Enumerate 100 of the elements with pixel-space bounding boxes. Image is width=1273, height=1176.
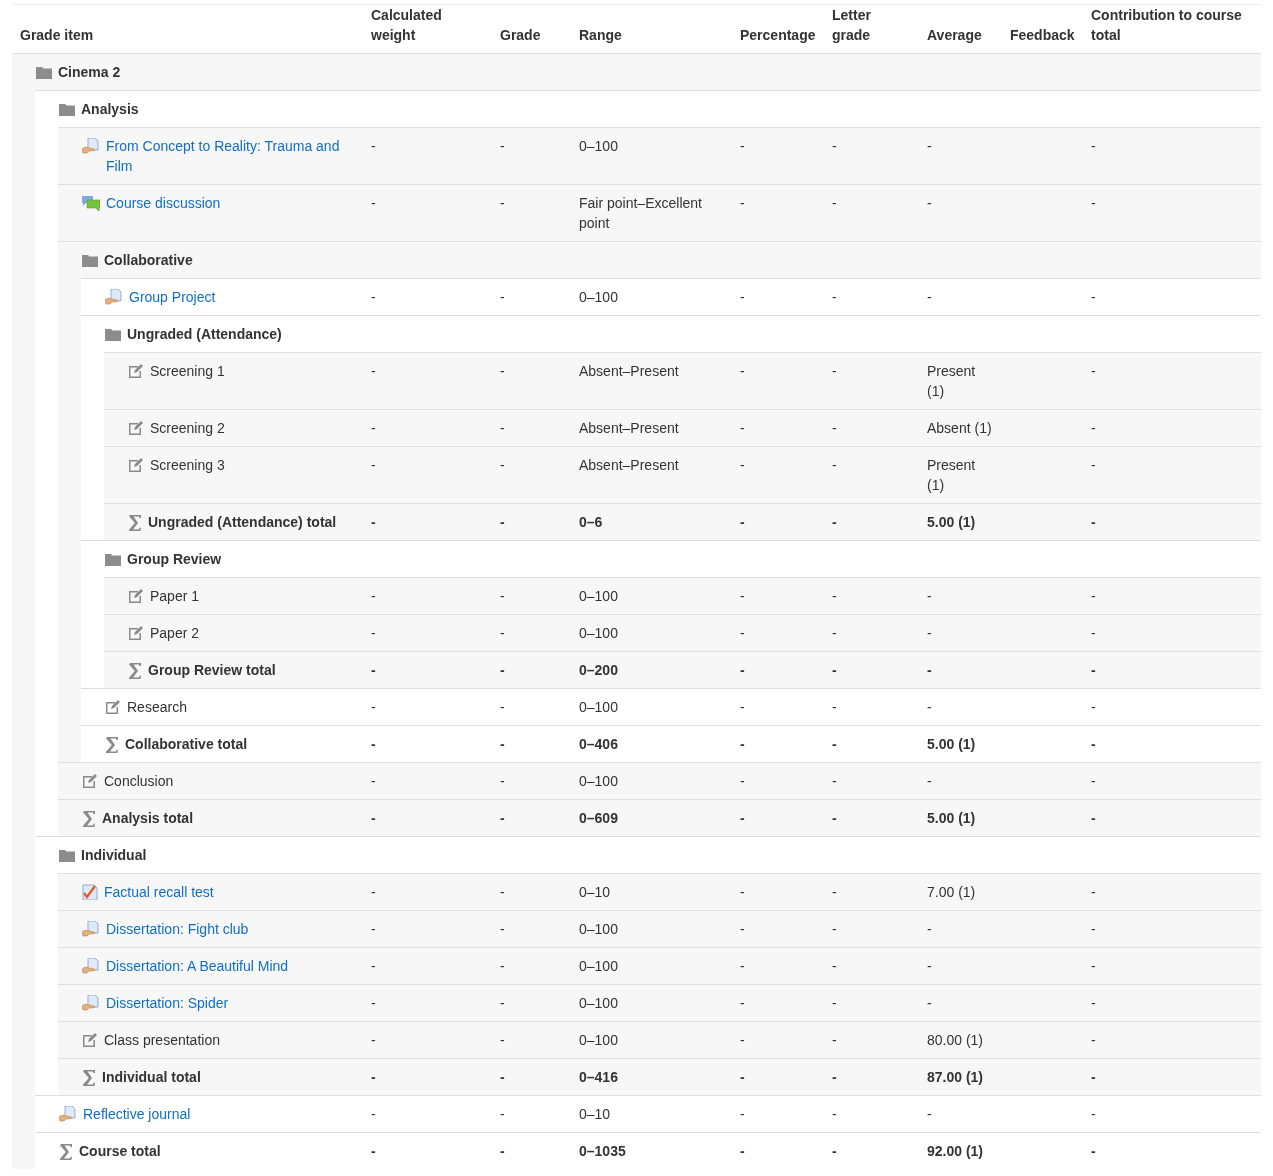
- grade-item-link[interactable]: Dissertation: A Beautiful Mind: [106, 956, 289, 976]
- table-cell: 0–416: [579, 1069, 618, 1085]
- table-cell: -: [500, 662, 505, 678]
- hand-document-icon: [82, 138, 100, 154]
- grade-item-link[interactable]: Dissertation: Fight club: [106, 919, 249, 939]
- column-header: Average: [927, 27, 982, 43]
- category-name: Collaborative: [104, 251, 193, 270]
- folder-icon: [59, 848, 75, 862]
- table-cell: -: [371, 921, 376, 937]
- table-cell: -: [1091, 625, 1096, 641]
- grade-item-name: Paper 2: [150, 624, 200, 643]
- table-cell: -: [927, 773, 932, 789]
- table-cell: -: [500, 289, 505, 305]
- table-cell: -: [1091, 736, 1096, 752]
- hand-document-icon: [82, 958, 100, 974]
- table-cell: -: [500, 514, 505, 530]
- table-cell: -: [1091, 1069, 1096, 1085]
- column-header: Range: [579, 27, 622, 43]
- sigma-icon: [128, 662, 142, 680]
- table-cell: 92.00 (1): [927, 1143, 984, 1159]
- table-cell: -: [740, 195, 745, 211]
- table-cell: -: [832, 736, 837, 752]
- column-header: Grade: [500, 27, 541, 43]
- table-cell: 5.00 (1): [927, 514, 976, 530]
- table-cell: -: [371, 736, 376, 752]
- table-cell: -: [371, 995, 376, 1011]
- table-cell: 0–100: [579, 699, 618, 715]
- grade-item-name: Research: [127, 698, 187, 717]
- table-cell: -: [371, 289, 376, 305]
- table-cell: -: [832, 1143, 837, 1159]
- table-cell: -: [371, 195, 376, 211]
- table-cell: 0–100: [579, 958, 618, 974]
- category-name: Individual: [81, 846, 147, 865]
- table-cell: 0–10: [579, 884, 611, 900]
- folder-icon: [36, 65, 52, 79]
- table-cell: -: [371, 588, 376, 604]
- table-cell: Fair point–Excellent point: [579, 195, 702, 231]
- column-header: Contribution to course total: [1091, 7, 1242, 43]
- table-cell: -: [832, 958, 837, 974]
- table-cell: 0–100: [579, 773, 618, 789]
- edit-icon: [82, 1032, 98, 1048]
- table-cell: -: [1091, 810, 1096, 826]
- table-cell: -: [832, 588, 837, 604]
- folder-icon: [59, 102, 75, 116]
- table-cell: -: [1091, 588, 1096, 604]
- table-cell: -: [1091, 138, 1096, 154]
- table-cell: Absent–Present: [579, 457, 679, 473]
- table-cell: -: [927, 662, 932, 678]
- table-cell: -: [832, 1106, 837, 1122]
- grade-item-link[interactable]: Factual recall test: [104, 882, 214, 902]
- table-cell: -: [832, 810, 837, 826]
- grade-item-link[interactable]: Course discussion: [106, 193, 221, 213]
- table-cell: 0–100: [579, 588, 618, 604]
- table-cell: -: [927, 588, 932, 604]
- grade-item-link[interactable]: Group Project: [129, 287, 216, 307]
- table-cell: -: [832, 1032, 837, 1048]
- table-cell: -: [740, 699, 745, 715]
- grade-item-link[interactable]: Reflective journal: [83, 1104, 191, 1124]
- table-cell: -: [371, 363, 376, 379]
- hand-document-icon: [105, 289, 123, 305]
- folder-icon: [82, 253, 98, 267]
- hand-document-icon: [82, 921, 100, 937]
- edit-icon: [128, 363, 144, 379]
- table-cell: -: [1091, 420, 1096, 436]
- grade-item-link[interactable]: From Concept to Reality: Trauma and Film: [106, 136, 355, 176]
- edit-icon: [128, 625, 144, 641]
- hand-document-icon: [59, 1106, 77, 1122]
- table-cell: -: [740, 1106, 745, 1122]
- table-cell: -: [371, 773, 376, 789]
- table-cell: -: [500, 699, 505, 715]
- table-cell: -: [740, 625, 745, 641]
- table-cell: -: [927, 289, 932, 305]
- category-name: Analysis: [81, 100, 139, 119]
- table-cell: -: [371, 884, 376, 900]
- folder-icon: [105, 552, 121, 566]
- table-cell: -: [500, 1069, 505, 1085]
- grade-item-name: Conclusion: [104, 772, 174, 791]
- table-cell: -: [740, 588, 745, 604]
- grade-item-name: Screening 1: [150, 362, 225, 381]
- column-header: Grade item: [20, 27, 94, 43]
- table-cell: -: [832, 420, 837, 436]
- table-cell: Absent–Present: [579, 363, 679, 379]
- table-cell: -: [371, 662, 376, 678]
- table-cell: -: [740, 289, 745, 305]
- table-cell: -: [371, 138, 376, 154]
- table-cell: -: [1091, 195, 1096, 211]
- table-cell: 5.00 (1): [927, 810, 976, 826]
- table-cell: -: [371, 1069, 376, 1085]
- table-cell: -: [740, 884, 745, 900]
- total-name: Course total: [79, 1142, 161, 1161]
- table-cell: -: [371, 958, 376, 974]
- table-cell: -: [927, 138, 932, 154]
- table-cell: -: [500, 420, 505, 436]
- column-header: Calculated weight: [371, 7, 442, 43]
- table-cell: -: [740, 1032, 745, 1048]
- table-cell: 0–100: [579, 289, 618, 305]
- table-cell: -: [500, 810, 505, 826]
- table-cell: -: [927, 699, 932, 715]
- table-cell: -: [927, 995, 932, 1011]
- grade-item-link[interactable]: Dissertation: Spider: [106, 993, 229, 1013]
